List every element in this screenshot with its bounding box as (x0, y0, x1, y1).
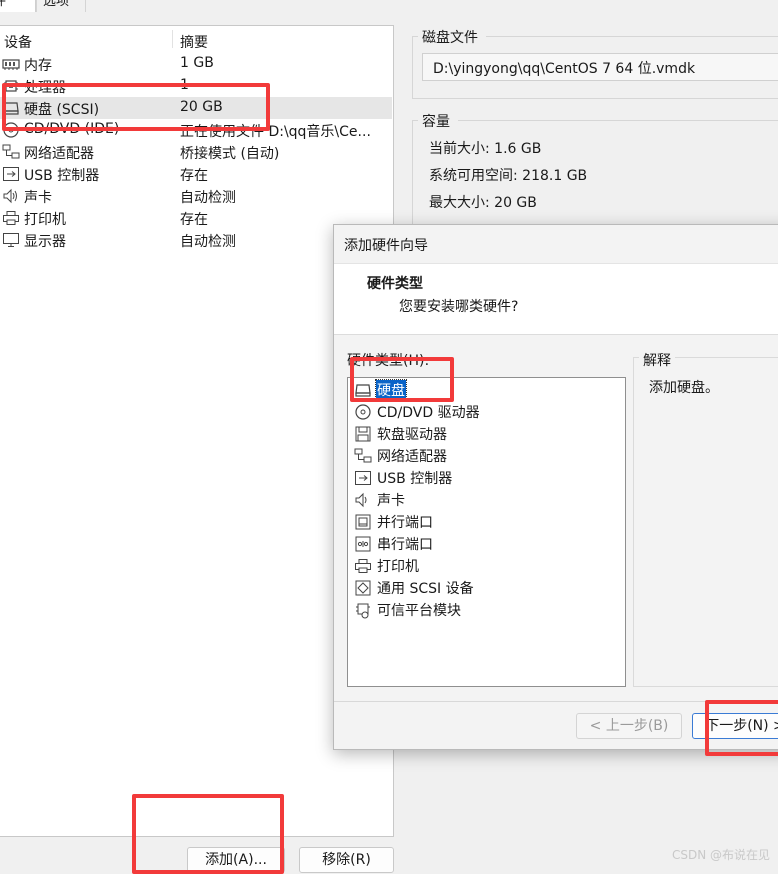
device-summary: 桥接模式 (自动) (180, 146, 280, 162)
scsi-icon (354, 579, 372, 597)
tab-strip (0, 0, 778, 12)
parallel-port-icon (354, 513, 372, 531)
usb-icon (2, 166, 20, 182)
hardware-item-label: 软盘驱动器 (377, 427, 447, 443)
device-name: USB 控制器 (24, 168, 100, 184)
wizard-header-subtitle: 您要安装哪类硬件? (399, 299, 519, 315)
network-icon (354, 447, 372, 465)
hardware-item-label: 通用 SCSI 设备 (377, 581, 474, 597)
device-row-usb[interactable]: USB 控制器 存在 (0, 163, 392, 185)
hardware-item-label: 并行端口 (377, 515, 433, 531)
memory-icon (2, 56, 20, 72)
hardware-item-label: 声卡 (377, 493, 405, 509)
usb-icon (354, 469, 372, 487)
device-row-network[interactable]: 网络适配器 桥接模式 (自动) (0, 141, 392, 163)
hardware-item-tpm[interactable]: 可信平台模块 (353, 599, 623, 621)
column-header-summary[interactable]: 摘要 (180, 32, 208, 52)
device-name: 打印机 (24, 212, 66, 228)
hardware-item-label: 打印机 (377, 559, 419, 575)
hardware-item-label: 串行端口 (377, 537, 433, 553)
disk-file-group-title: 磁盘文件 (422, 30, 478, 46)
hardware-item-generic-scsi[interactable]: 通用 SCSI 设备 (353, 577, 623, 599)
monitor-icon (2, 232, 20, 248)
annotation-highlight-harddisk-row (2, 83, 270, 131)
network-icon (2, 144, 20, 160)
group-border (412, 120, 413, 230)
remove-hardware-button[interactable]: 移除(R) (299, 847, 394, 873)
hardware-item-label: 可信平台模块 (377, 603, 461, 619)
add-hardware-wizard-dialog: 添加硬件向导 硬件类型 您要安装哪类硬件? 硬件类型(H): 硬盘 CD/DVD… (333, 224, 778, 750)
tpm-icon (354, 601, 372, 619)
hardware-item-serial-port[interactable]: 串行端口 (353, 533, 623, 555)
device-list-header: 设备 摘要 (0, 26, 394, 52)
device-summary: 自动检测 (180, 190, 236, 206)
watermark-text: CSDN @布说在见 (671, 848, 770, 862)
dialog-titlebar[interactable]: 添加硬件向导 (334, 225, 778, 263)
hardware-item-label: 网络适配器 (377, 449, 447, 465)
device-row-memory[interactable]: 内存 1 GB (0, 53, 392, 75)
tab-hardware[interactable]: 件 (0, 0, 36, 12)
group-border (458, 120, 778, 121)
max-size-label: 最大大小: 20 GB (429, 195, 537, 211)
hardware-item-usb[interactable]: USB 控制器 (353, 467, 623, 489)
current-size-label: 当前大小: 1.6 GB (429, 141, 542, 157)
capacity-group-title: 容量 (422, 114, 450, 130)
device-summary: 1 GB (180, 55, 214, 71)
annotation-highlight-harddisk-item (350, 357, 454, 402)
hardware-item-network[interactable]: 网络适配器 (353, 445, 623, 467)
group-border (412, 98, 778, 99)
cdrom-icon (354, 403, 372, 421)
serial-port-icon (354, 535, 372, 553)
disk-file-path-field[interactable]: D:\yingyong\qq\CentOS 7 64 位.vmdk (422, 53, 778, 81)
hardware-item-cdrom[interactable]: CD/DVD 驱动器 (353, 401, 623, 423)
explanation-title: 解释 (639, 350, 675, 370)
printer-icon (354, 557, 372, 575)
hardware-item-parallel-port[interactable]: 并行端口 (353, 511, 623, 533)
column-header-device[interactable]: 设备 (4, 32, 32, 52)
device-name: 内存 (24, 58, 52, 74)
device-row-sound[interactable]: 声卡 自动检测 (0, 185, 392, 207)
group-border (412, 36, 413, 98)
hardware-item-label: USB 控制器 (377, 471, 453, 487)
available-space-label: 系统可用空间: 218.1 GB (429, 168, 588, 184)
tab-options[interactable]: 选项 (36, 0, 86, 12)
device-summary: 自动检测 (180, 234, 236, 250)
device-name: 声卡 (24, 190, 52, 206)
hardware-item-floppy[interactable]: 软盘驱动器 (353, 423, 623, 445)
wizard-header-title: 硬件类型 (367, 276, 423, 292)
back-button[interactable]: < 上一步(B) (576, 713, 682, 739)
speaker-icon (2, 188, 20, 204)
dialog-title: 添加硬件向导 (344, 238, 428, 254)
wizard-header: 硬件类型 您要安装哪类硬件? (334, 263, 778, 335)
hardware-type-list[interactable]: 硬盘 CD/DVD 驱动器 软盘驱动器 网络适配器 USB 控制器 声卡 并行端… (347, 377, 626, 687)
printer-icon (2, 210, 20, 226)
device-summary: 存在 (180, 212, 208, 228)
device-name: 网络适配器 (24, 146, 94, 162)
hardware-item-sound[interactable]: 声卡 (353, 489, 623, 511)
speaker-icon (354, 491, 372, 509)
floppy-icon (354, 425, 372, 443)
hardware-item-label: CD/DVD 驱动器 (377, 405, 480, 421)
device-name: 显示器 (24, 234, 66, 250)
explanation-group (633, 357, 778, 687)
annotation-highlight-next-button (705, 700, 778, 756)
group-border (486, 36, 778, 37)
annotation-highlight-add-button (132, 794, 284, 874)
explanation-text: 添加硬盘。 (649, 380, 719, 396)
device-summary: 存在 (180, 168, 208, 184)
hardware-item-printer[interactable]: 打印机 (353, 555, 623, 577)
